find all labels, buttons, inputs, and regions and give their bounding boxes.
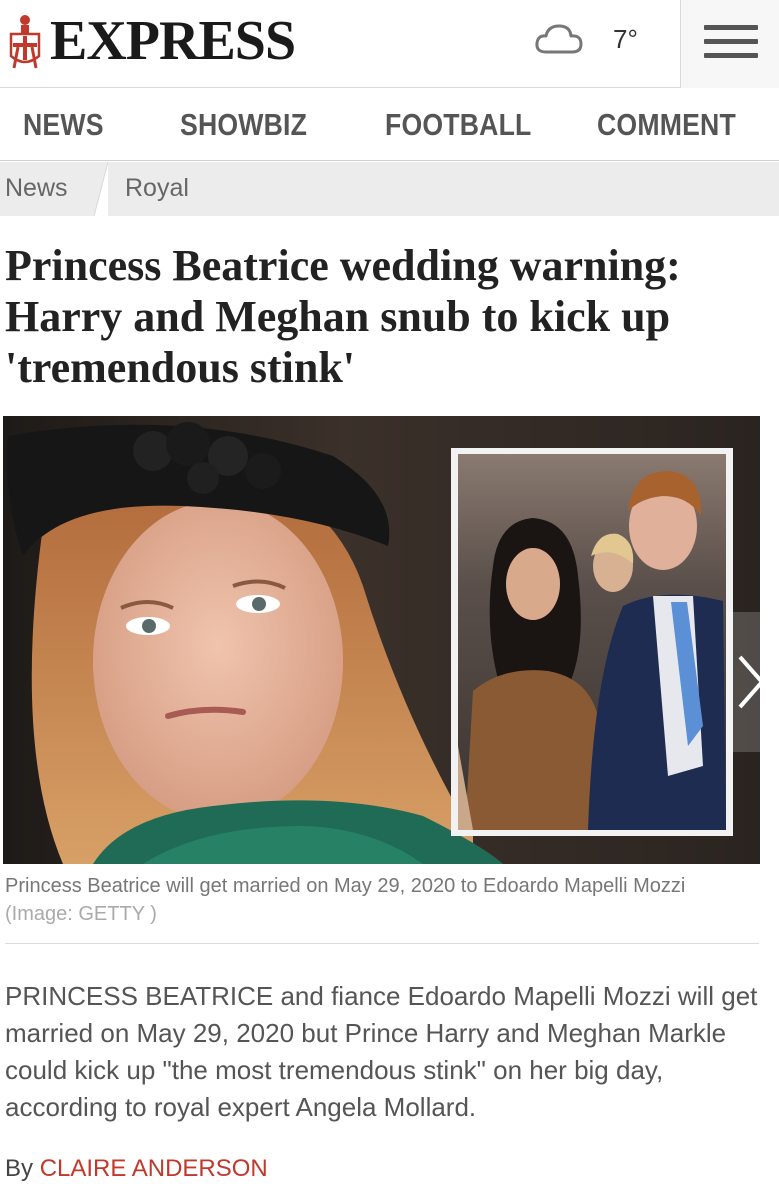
logo-wordmark: EXPRESS xyxy=(50,10,296,72)
breadcrumb: News Royal xyxy=(0,162,779,216)
byline: By CLAIRE ANDERSON xyxy=(5,1155,268,1183)
nav-item-football[interactable]: FOOTBALL xyxy=(385,107,532,143)
caption-credit: (Image: GETTY ) xyxy=(5,903,157,925)
temperature-readout: 7° xyxy=(613,24,638,54)
article-headline: Princess Beatrice wedding warning: Harry… xyxy=(5,241,681,392)
breadcrumb-royal[interactable]: Royal xyxy=(125,174,189,203)
site-logo[interactable]: EXPRESS xyxy=(6,10,296,72)
crusader-crest-icon xyxy=(9,15,41,69)
caption-text: Princess Beatrice will get married on Ma… xyxy=(5,875,686,897)
menu-button[interactable] xyxy=(680,0,779,88)
hero-photo xyxy=(3,416,760,864)
nav-item-news[interactable]: NEWS xyxy=(23,107,104,143)
nav-item-comment[interactable]: COMMENT xyxy=(597,107,736,143)
hamburger-menu-icon xyxy=(704,25,758,30)
breadcrumb-news[interactable]: News xyxy=(5,174,68,203)
image-caption: Princess Beatrice will get married on Ma… xyxy=(5,872,755,928)
byline-prefix: By xyxy=(5,1155,34,1182)
section-nav: NEWS SHOWBIZ FOOTBALL COMMENT xyxy=(0,89,779,161)
divider xyxy=(5,943,759,944)
article-hero-image[interactable] xyxy=(3,416,760,864)
chevron-right-icon xyxy=(738,655,765,709)
site-header: EXPRESS 7° xyxy=(0,0,779,88)
next-image-button[interactable] xyxy=(726,612,779,752)
breadcrumb-separator xyxy=(93,162,108,216)
hamburger-menu-icon-bar xyxy=(704,39,758,44)
author-link[interactable]: CLAIRE ANDERSON xyxy=(40,1155,268,1182)
nav-item-showbiz[interactable]: SHOWBIZ xyxy=(180,107,307,143)
hamburger-menu-icon-bar xyxy=(704,53,758,58)
article-standfirst: PRINCESS BEATRICE and fiance Edoardo Map… xyxy=(5,981,758,1122)
cloud-icon xyxy=(535,24,583,54)
